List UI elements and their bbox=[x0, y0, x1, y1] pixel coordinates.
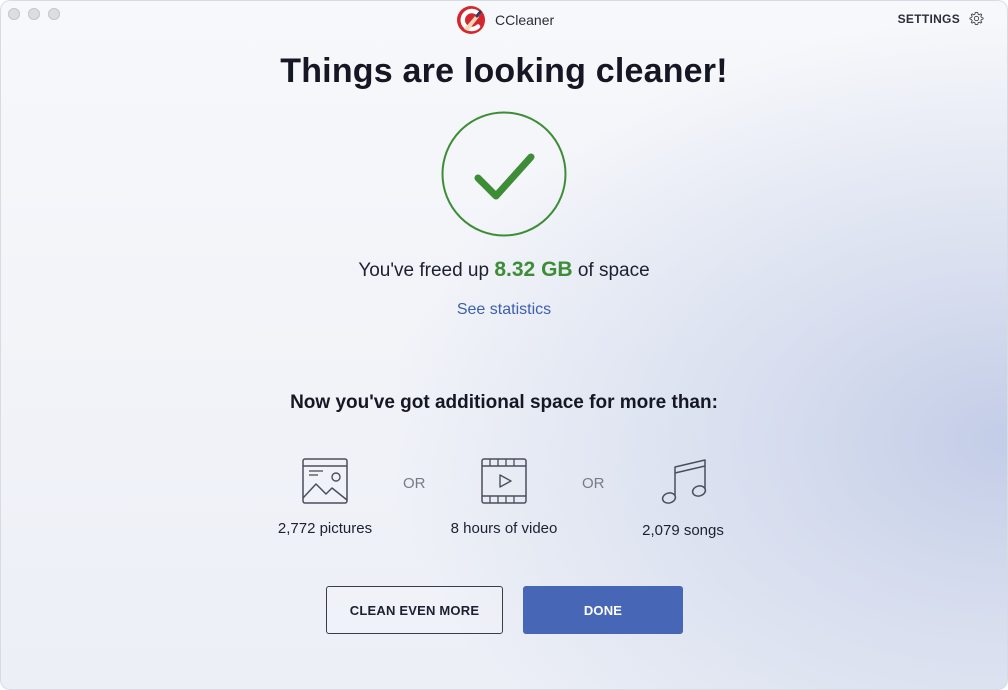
settings-button[interactable]: SETTINGS bbox=[898, 11, 984, 26]
app-window: CCleaner SETTINGS Things are looking cle… bbox=[0, 0, 1008, 690]
app-name: CCleaner bbox=[495, 12, 555, 28]
settings-label: SETTINGS bbox=[897, 11, 960, 26]
pictures-count-label: 2,772 pictures bbox=[277, 520, 373, 537]
songs-equivalent: 2,079 songs bbox=[593, 458, 773, 539]
video-equivalent: 8 hours of video bbox=[414, 458, 594, 537]
picture-icon bbox=[302, 458, 348, 504]
page-title: Things are looking cleaner! bbox=[280, 52, 728, 90]
app-brand: CCleaner bbox=[455, 4, 554, 36]
close-window-button[interactable] bbox=[8, 8, 20, 20]
freed-amount: 8.32 GB bbox=[494, 258, 573, 281]
minimize-window-button[interactable] bbox=[28, 8, 40, 20]
video-icon bbox=[481, 458, 527, 504]
done-button[interactable]: DONE bbox=[523, 586, 683, 634]
zoom-window-button[interactable] bbox=[48, 8, 60, 20]
songs-count-label: 2,079 songs bbox=[642, 522, 724, 539]
success-checkmark-icon bbox=[441, 111, 567, 237]
freed-prefix: You've freed up bbox=[358, 260, 490, 281]
video-hours-label: 8 hours of video bbox=[450, 520, 558, 537]
ccleaner-logo-icon bbox=[457, 6, 485, 34]
music-note-icon bbox=[661, 459, 707, 504]
window-controls bbox=[8, 8, 60, 20]
freed-space-summary: You've freed up 8.32 GB of space bbox=[0, 258, 1008, 282]
pictures-equivalent: 2,772 pictures bbox=[235, 458, 415, 537]
additional-space-heading: Now you've got additional space for more… bbox=[290, 392, 718, 413]
clean-even-more-button[interactable]: CLEAN EVEN MORE bbox=[326, 586, 503, 634]
gear-icon bbox=[969, 12, 984, 25]
see-statistics-link[interactable]: See statistics bbox=[0, 301, 1008, 319]
freed-suffix: of space bbox=[577, 260, 650, 281]
